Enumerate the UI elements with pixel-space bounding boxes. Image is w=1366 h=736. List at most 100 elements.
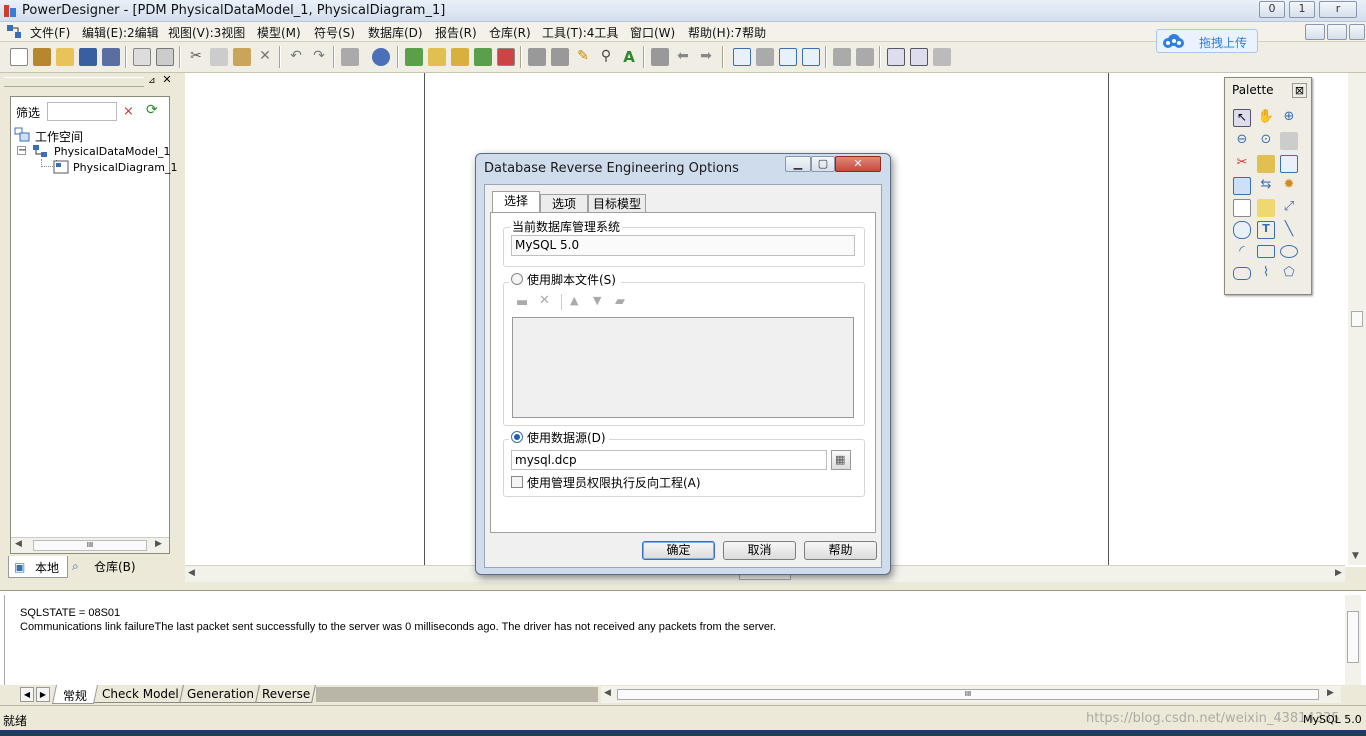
tab-scroll-left-icon[interactable]: ◀ xyxy=(20,687,34,702)
tree-diagram[interactable]: PhysicalDiagram_1 xyxy=(73,161,177,174)
tab-local[interactable]: ▣ 本地 xyxy=(8,556,68,578)
close-button[interactable]: r xyxy=(1319,1,1357,18)
model-check-icon[interactable] xyxy=(372,48,390,66)
save-all-icon[interactable] xyxy=(102,48,120,66)
move-down-icon[interactable]: ▼ xyxy=(593,294,601,307)
scroll-right-icon[interactable]: ▶ xyxy=(1327,688,1334,698)
output-grip[interactable] xyxy=(4,595,14,687)
dialog-minimize-button[interactable]: ▁ xyxy=(785,156,811,172)
script-radio[interactable] xyxy=(511,273,523,285)
align-center-icon[interactable] xyxy=(779,48,797,66)
dialog-close-button[interactable]: ✕ xyxy=(835,156,881,172)
delete-palette-icon[interactable]: ✂ xyxy=(1233,155,1251,173)
menu-model[interactable]: 模型(M) xyxy=(257,24,301,41)
note-icon[interactable] xyxy=(1257,199,1275,217)
browse-script-icon[interactable]: ▰ xyxy=(615,294,625,309)
arrow-left-icon[interactable]: ⬅ xyxy=(674,48,692,66)
scroll-down-icon[interactable]: ▼ xyxy=(1352,551,1359,561)
procedure-icon[interactable]: ✹ xyxy=(1280,177,1298,195)
scroll-right-icon[interactable]: ▶ xyxy=(1335,568,1342,578)
print-preview-icon[interactable] xyxy=(133,48,151,66)
bring-front-icon[interactable] xyxy=(651,48,669,66)
browser-toggle-icon[interactable] xyxy=(887,48,905,66)
redo-icon[interactable]: ↷ xyxy=(310,48,328,66)
tab-options[interactable]: 选项 xyxy=(540,194,588,214)
file-icon[interactable] xyxy=(1233,199,1251,217)
align-right-icon[interactable] xyxy=(802,48,820,66)
admin-checkbox[interactable] xyxy=(511,476,523,488)
view-icon[interactable] xyxy=(1233,177,1251,195)
tab-general[interactable]: 常规 xyxy=(63,687,87,704)
filter-input[interactable] xyxy=(47,102,117,121)
synonym-icon[interactable] xyxy=(1233,221,1251,239)
zoom-in-icon[interactable]: ⊕ xyxy=(1280,109,1298,127)
zoom-out-icon[interactable]: ⊖ xyxy=(1233,132,1251,150)
menu-tools[interactable]: 工具(T):4工具 xyxy=(542,24,618,41)
menu-database[interactable]: 数据库(D) xyxy=(368,24,423,41)
checkout-icon[interactable] xyxy=(428,48,446,66)
text-tool-icon[interactable]: T xyxy=(1257,221,1275,239)
pointer-icon[interactable]: ↖ xyxy=(1233,109,1251,127)
move-up-icon[interactable]: ▲ xyxy=(570,294,578,307)
open-folder-icon[interactable] xyxy=(56,48,74,66)
polygon-tool-icon[interactable]: ⬠ xyxy=(1280,265,1298,283)
new-icon[interactable] xyxy=(10,48,28,66)
ungroup-icon[interactable] xyxy=(856,48,874,66)
scroll-left-icon[interactable]: ◀ xyxy=(604,688,611,698)
properties-icon[interactable] xyxy=(341,48,359,66)
save-icon[interactable] xyxy=(79,48,97,66)
shape-icon[interactable] xyxy=(528,48,546,66)
menu-view[interactable]: 视图(V):3视图 xyxy=(168,24,245,41)
result-list-icon[interactable] xyxy=(933,48,951,66)
repository-icon[interactable] xyxy=(405,48,423,66)
arc-tool-icon[interactable]: ◜ xyxy=(1233,243,1251,261)
align-left-icon[interactable] xyxy=(756,48,774,66)
undo-icon[interactable]: ↶ xyxy=(287,48,305,66)
new-project-icon[interactable] xyxy=(33,48,51,66)
line-tool-icon[interactable]: ╲ xyxy=(1280,221,1298,239)
datasource-radio-wrap[interactable]: 使用数据源(D) xyxy=(509,429,609,445)
palette-close-icon[interactable]: ⊠ xyxy=(1292,83,1307,98)
datasource-browse-button[interactable]: ▦ xyxy=(831,450,851,470)
copy-icon[interactable] xyxy=(210,48,228,66)
datasource-field[interactable]: mysql.dcp xyxy=(511,450,827,470)
browser-hscroll-thumb[interactable]: III xyxy=(33,540,147,551)
tab-repository[interactable]: ⌕ 仓库(B) xyxy=(70,556,140,576)
open-package-icon[interactable]: ⊙ xyxy=(1257,132,1275,150)
output-toggle-icon[interactable] xyxy=(910,48,928,66)
delete-icon[interactable]: ✕ xyxy=(256,48,274,66)
rectangle-tool-icon[interactable] xyxy=(1257,245,1275,258)
menu-repository[interactable]: 仓库(R) xyxy=(489,24,531,41)
cut-icon[interactable]: ✂ xyxy=(187,48,205,66)
cancel-button[interactable]: 取消 xyxy=(723,541,796,560)
clear-filter-icon[interactable]: ⨯ xyxy=(123,104,134,119)
font-icon[interactable]: A xyxy=(620,48,638,66)
browser-hscroll[interactable]: ◀ III ▶ xyxy=(11,537,169,553)
output-vscroll-thumb[interactable] xyxy=(1347,611,1359,663)
tab-reverse[interactable]: Reverse xyxy=(262,687,310,701)
dialog-maximize-button[interactable]: ▢ xyxy=(811,156,835,172)
grabber-hand-icon[interactable]: ✋ xyxy=(1257,109,1275,127)
rounded-rect-tool-icon[interactable] xyxy=(1233,267,1251,280)
upload-button[interactable]: 拖拽上传 xyxy=(1156,29,1258,53)
output-hscroll[interactable]: ◀ III ▶ xyxy=(601,686,1341,703)
panel-grip[interactable] xyxy=(4,77,144,87)
tab-generation[interactable]: Generation xyxy=(187,687,254,701)
panel-pin-icon[interactable]: ⊿ xyxy=(148,76,158,86)
script-radio-wrap[interactable]: 使用脚本文件(S) xyxy=(509,271,621,287)
link-icon[interactable]: ⤢ xyxy=(1280,199,1298,217)
vscroll-thumb[interactable] xyxy=(1351,311,1363,327)
print-icon[interactable] xyxy=(156,48,174,66)
mdi-minimize-button[interactable] xyxy=(1305,24,1325,40)
checkin-icon[interactable] xyxy=(451,48,469,66)
delete-file-icon[interactable]: ✕ xyxy=(539,293,550,308)
paste-icon[interactable] xyxy=(233,48,251,66)
scroll-right-icon[interactable]: ▶ xyxy=(155,539,162,549)
minimize-button[interactable]: 0 xyxy=(1259,1,1285,18)
tab-check-model[interactable]: Check Model xyxy=(102,687,179,701)
pencil-icon[interactable]: ✎ xyxy=(574,48,592,66)
tree-workspace[interactable]: 工作空间 xyxy=(35,128,83,145)
menu-file[interactable]: 文件(F) xyxy=(30,24,70,41)
ellipse-tool-icon[interactable] xyxy=(1280,245,1298,258)
add-file-icon[interactable]: ▬ xyxy=(516,295,528,310)
